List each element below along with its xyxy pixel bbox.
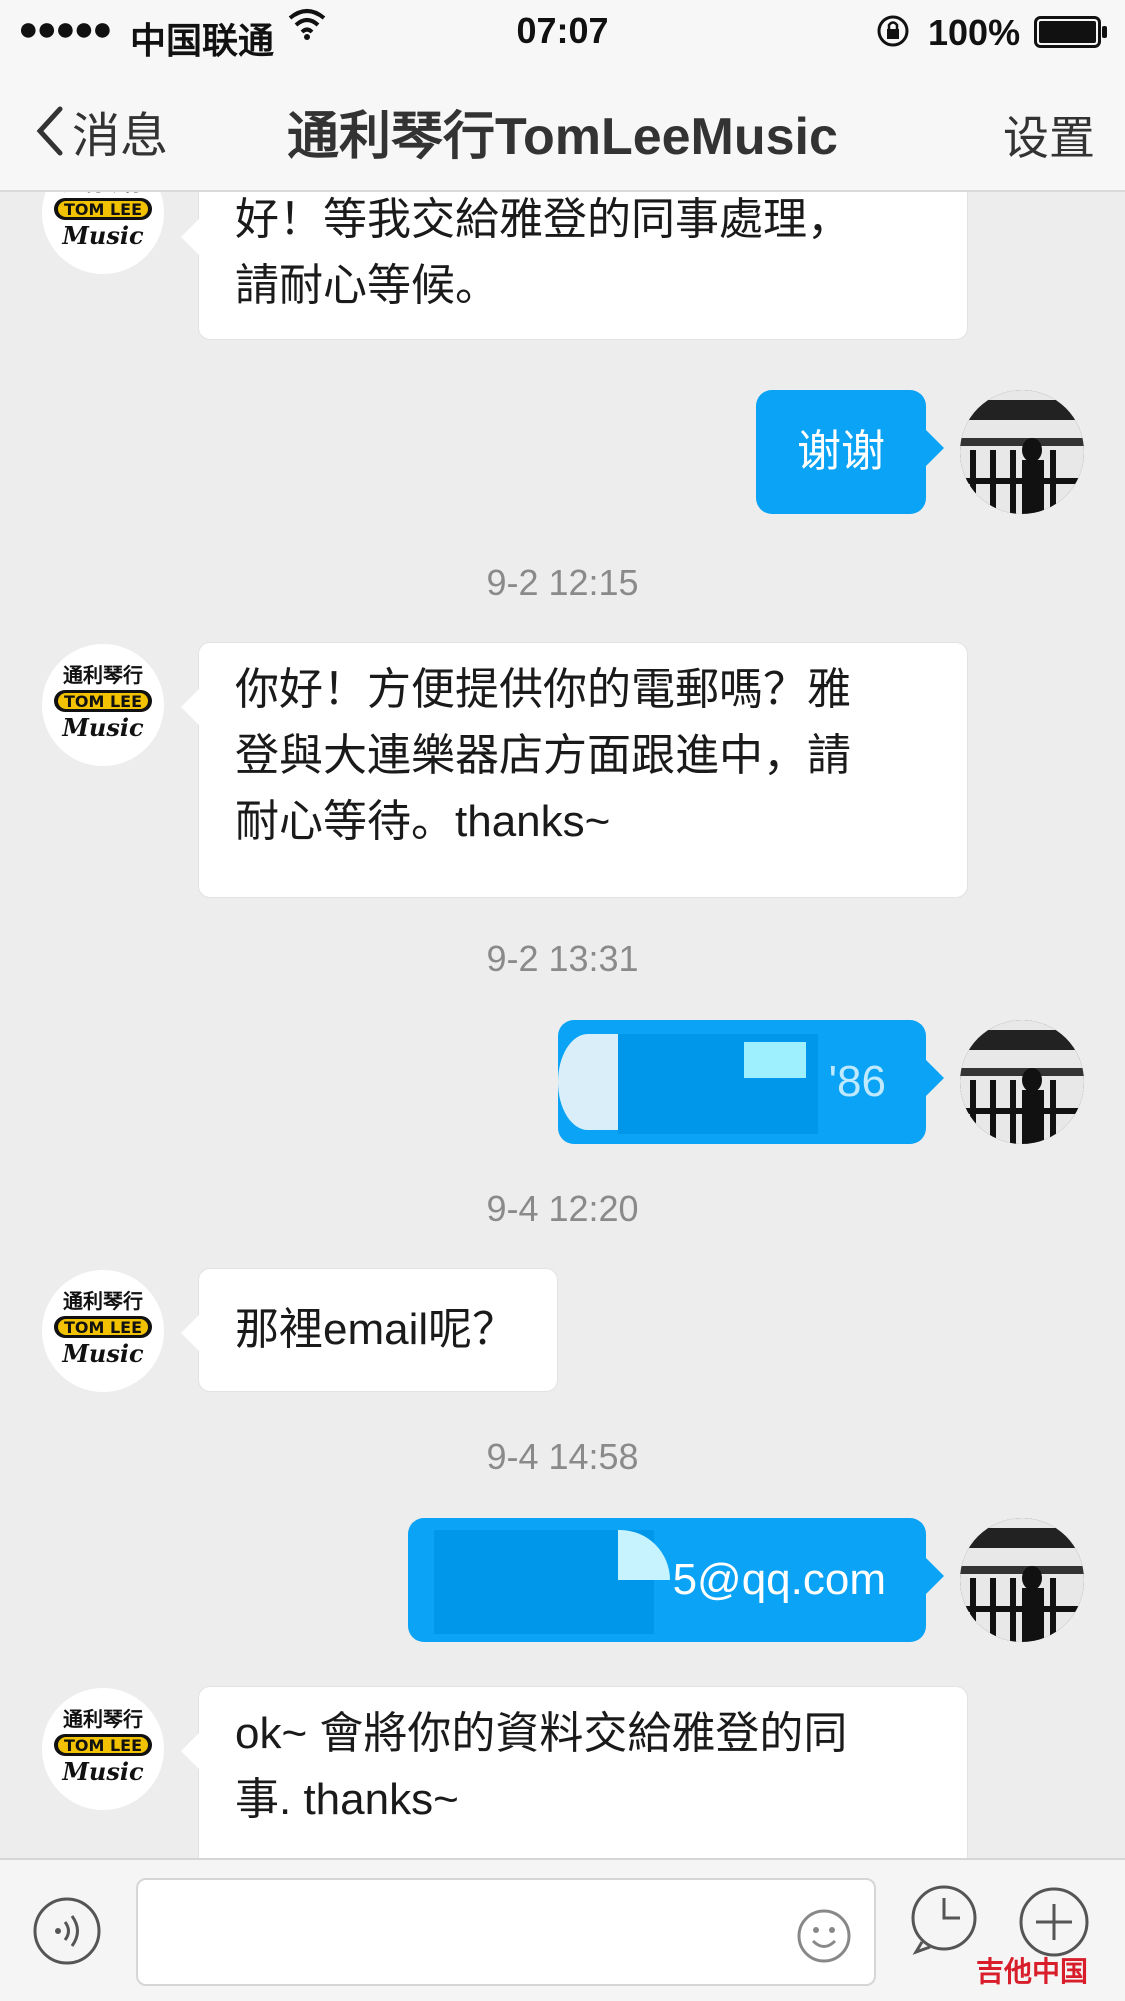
message-line: 你好！方便提供你的電郵嗎？雅	[235, 665, 851, 714]
redaction-mark	[744, 1042, 806, 1078]
rotation-lock-icon	[877, 15, 909, 47]
message-bubble-received[interactable]: 你好！方便提供你的電郵嗎？雅 登與大連樂器店方面跟進中，請 耐心等待。thank…	[181, 642, 968, 898]
tomlee-logo-icon: 通利琴行 TOM LEE Music	[54, 663, 152, 742]
tomlee-logo-icon: 通利琴行 TOM LEE Music	[54, 1707, 152, 1786]
logo-line1: 通利琴行	[63, 1289, 143, 1313]
message-bubble-sent[interactable]: 5@qq.com	[408, 1518, 944, 1642]
logo-line3: Music	[61, 713, 144, 742]
message-line: ok~ 會將你的資料交給雅登的同	[235, 1709, 848, 1758]
message-line: 登與大連樂器店方面跟進中，請	[235, 731, 851, 780]
logo-line1: 通利琴行	[63, 1707, 143, 1731]
chat-title: 通利琴行TomLeeMusic	[287, 108, 838, 166]
nav-bar: 消息 通利琴行TomLeeMusic 设置	[0, 82, 1125, 172]
user-avatar[interactable]	[960, 1020, 1084, 1144]
emoji-icon[interactable]	[796, 1908, 852, 1964]
logo-line1: 通利琴行	[63, 663, 143, 687]
message-bubble-sent[interactable]: 谢谢	[756, 390, 944, 514]
message-line: 請耐心等候。	[235, 261, 499, 310]
input-bar: 吉他中国	[0, 1858, 1125, 2001]
message-bubble-received[interactable]: 那裡email呢？	[181, 1268, 558, 1392]
logo-line2: TOM LEE	[64, 200, 142, 219]
message-bubble-received[interactable]: ok~ 會將你的資料交給雅登的同 事. thanks~	[181, 1686, 968, 1858]
battery-icon	[1034, 16, 1107, 48]
clock-icon[interactable]	[908, 1884, 980, 1956]
tomlee-avatar[interactable]: 通利琴行 TOM LEE Music	[42, 1270, 164, 1392]
logo-line2: TOM LEE	[64, 1736, 142, 1755]
user-avatar[interactable]	[960, 1518, 1084, 1642]
tomlee-avatar[interactable]: 通利琴行 TOM LEE Music	[42, 1688, 164, 1810]
logo-line3: Music	[61, 1757, 144, 1786]
plus-icon[interactable]	[1018, 1886, 1090, 1958]
tomlee-logo-icon: 通利琴行 TOM LEE Music	[54, 1289, 152, 1368]
user-photo-icon	[960, 390, 1084, 514]
message-text: 那裡email呢？	[235, 1305, 517, 1354]
watermark: 吉他中国	[976, 1956, 1089, 1987]
battery-percent: 100%	[928, 12, 1021, 53]
logo-line3: Music	[61, 221, 144, 250]
message-text: '86	[828, 1057, 886, 1106]
message-line: 耐心等待。thanks~	[235, 797, 611, 846]
timestamp: 9-2 13:31	[486, 938, 639, 979]
logo-line1: 通利琴行	[63, 192, 143, 195]
logo-line2: TOM LEE	[64, 1318, 142, 1337]
voice-icon[interactable]	[32, 1896, 102, 1966]
redaction-mark	[558, 1034, 618, 1130]
message-input[interactable]	[136, 1878, 876, 1986]
settings-button[interactable]: 设置	[1003, 102, 1095, 168]
user-photo-icon	[960, 1020, 1084, 1144]
status-bar: ●●●●● 中国联通 07:07 100%	[0, 0, 1125, 61]
tomlee-logo-icon: 通利琴行 TOM LEE Music	[54, 192, 152, 250]
message-text: 5@qq.com	[672, 1555, 886, 1604]
logo-line2: TOM LEE	[64, 692, 142, 711]
timestamp: 9-2 12:15	[486, 562, 639, 603]
message-line: 好！等我交給雅登的同事處理，	[235, 195, 851, 244]
message-bubble-sent[interactable]: '86	[558, 1020, 944, 1144]
redaction-mark	[618, 1530, 670, 1580]
tomlee-avatar[interactable]: 通利琴行 TOM LEE Music	[42, 644, 164, 766]
user-photo-icon	[960, 1518, 1084, 1642]
message-bubble-received[interactable]: 好！等我交給雅登的同事處理， 請耐心等候。	[181, 192, 968, 340]
top-bar: ●●●●● 中国联通 07:07 100% 消息 通利琴行TomLeeMusic…	[0, 0, 1125, 192]
timestamp: 9-4 14:58	[486, 1436, 639, 1477]
timestamp: 9-4 12:20	[486, 1188, 639, 1229]
chat-area[interactable]: 通利琴行 TOM LEE Music 好！等我交給雅登的同事處理， 請耐心等候。…	[0, 192, 1125, 1858]
tomlee-avatar[interactable]: 通利琴行 TOM LEE Music	[42, 192, 164, 274]
message-text: 谢谢	[797, 427, 885, 476]
message-line: 事. thanks~	[235, 1775, 459, 1824]
logo-line3: Music	[61, 1339, 144, 1368]
user-avatar[interactable]	[960, 390, 1084, 514]
